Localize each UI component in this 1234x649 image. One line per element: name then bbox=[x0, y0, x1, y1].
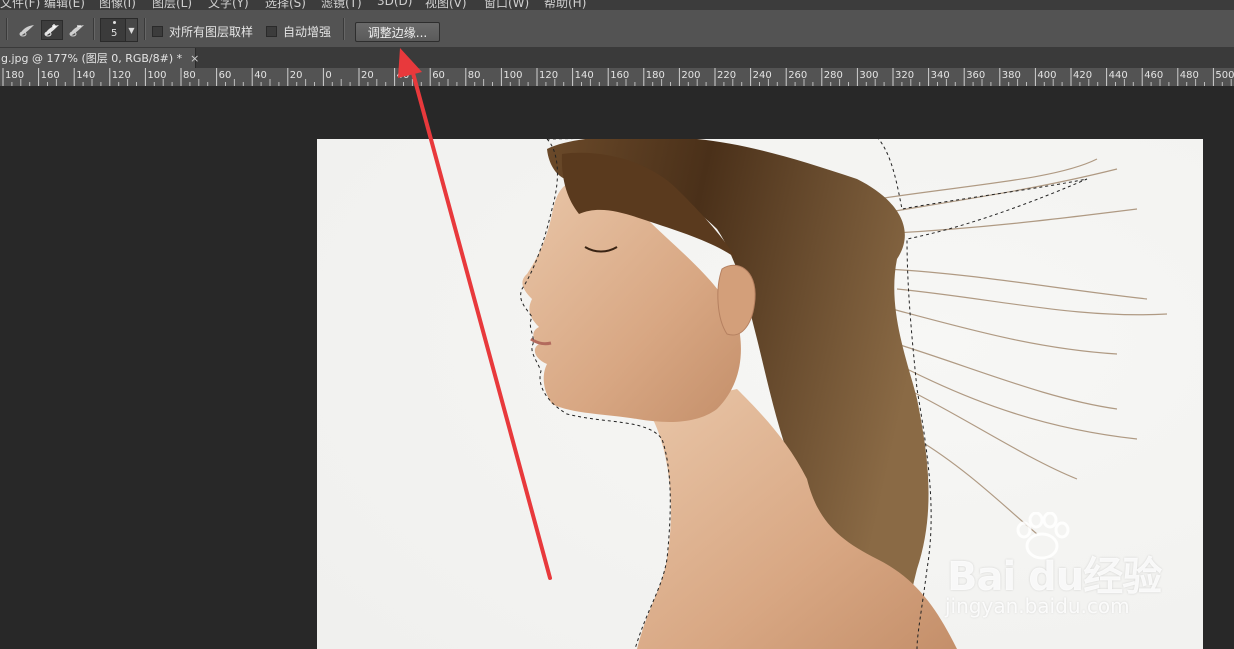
subtract-from-selection-brush-button[interactable] bbox=[66, 20, 88, 40]
new-selection-brush-button[interactable] bbox=[16, 20, 38, 40]
sample-all-layers-checkbox[interactable] bbox=[152, 26, 163, 37]
document-tab-title: g.jpg @ 177% (图层 0, RGB/8#) * bbox=[1, 52, 183, 65]
ruler-label: 20 bbox=[361, 70, 374, 81]
options-separator bbox=[343, 18, 345, 40]
photoshop-window: 文件(F) 编辑(E) 图像(I) 图层(L) 文字(Y) 选择(S) 滤镜(T… bbox=[0, 0, 1234, 649]
menu-help[interactable]: 帮助(H) bbox=[544, 0, 586, 10]
ruler-label: 40 bbox=[254, 70, 267, 81]
ruler-label: 80 bbox=[468, 70, 481, 81]
document-tab-bar: g.jpg @ 177% (图层 0, RGB/8#) * × bbox=[0, 48, 1234, 68]
horizontal-ruler[interactable]: 180 160 140 120 100 80 60 40 20 0 20 40 60 80 100 120 14… bbox=[0, 68, 1234, 87]
close-icon[interactable]: × bbox=[190, 52, 199, 65]
chevron-down-icon[interactable]: ▼ bbox=[125, 19, 137, 41]
quick-select-subtract-icon bbox=[69, 25, 84, 37]
add-to-selection-brush-button[interactable] bbox=[41, 20, 63, 40]
ruler-label: 60 bbox=[219, 70, 232, 81]
options-separator bbox=[6, 18, 8, 40]
menu-edit[interactable]: 编辑(E) bbox=[44, 0, 85, 10]
refine-edge-button[interactable]: 调整边缘... bbox=[355, 22, 440, 42]
menu-layer[interactable]: 图层(L) bbox=[152, 0, 192, 10]
auto-enhance-option[interactable]: 自动增强 bbox=[266, 23, 331, 40]
quick-select-add-icon bbox=[44, 24, 59, 37]
options-separator bbox=[93, 18, 95, 40]
ruler-label: 80 bbox=[183, 70, 196, 81]
watermark-url: jingyan.baidu.com bbox=[945, 594, 1130, 618]
menu-type[interactable]: 文字(Y) bbox=[208, 0, 249, 10]
auto-enhance-checkbox[interactable] bbox=[266, 26, 277, 37]
menu-image[interactable]: 图像(I) bbox=[99, 0, 136, 10]
menu-bar: 文件(F) 编辑(E) 图像(I) 图层(L) 文字(Y) 选择(S) 滤镜(T… bbox=[0, 0, 1234, 10]
menu-select[interactable]: 选择(S) bbox=[265, 0, 306, 10]
ruler-label: 20 bbox=[290, 70, 303, 81]
menu-3d[interactable]: 3D(D) bbox=[377, 0, 412, 8]
ruler-label: 60 bbox=[432, 70, 445, 81]
sample-all-layers-label: 对所有图层取样 bbox=[169, 25, 254, 39]
sample-all-layers-option[interactable]: 对所有图层取样 bbox=[152, 23, 253, 40]
document-tab[interactable]: g.jpg @ 177% (图层 0, RGB/8#) * × bbox=[0, 48, 199, 68]
options-bar: 5 ▼ 对所有图层取样 自动增强 调整边缘... bbox=[0, 10, 1234, 48]
menu-file[interactable]: 文件(F) bbox=[0, 0, 40, 10]
ruler-label: 40 bbox=[397, 70, 410, 81]
menu-filter[interactable]: 滤镜(T) bbox=[321, 0, 362, 10]
quick-select-brush-icon bbox=[19, 25, 34, 37]
brush-size-value: 5 bbox=[111, 28, 118, 39]
brush-tip-icon bbox=[113, 21, 116, 24]
auto-enhance-label: 自动增强 bbox=[283, 25, 332, 39]
menu-view[interactable]: 视图(V) bbox=[425, 0, 467, 10]
brush-size-picker[interactable]: 5 ▼ bbox=[100, 18, 138, 42]
ruler-label: 0 bbox=[325, 70, 331, 81]
options-separator bbox=[144, 18, 146, 40]
menu-window[interactable]: 窗口(W) bbox=[484, 0, 529, 10]
ruler-ticks: 180 160 140 120 100 80 60 40 20 0 20 40 60 80 100 120 14… bbox=[2, 68, 1234, 86]
